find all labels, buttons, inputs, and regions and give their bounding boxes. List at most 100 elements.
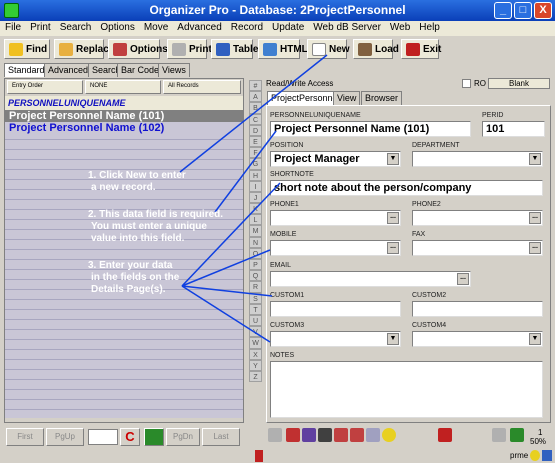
custom4-select[interactable]: ▼ [412, 331, 543, 347]
alpha-b[interactable]: B [249, 102, 262, 114]
copy-record-icon[interactable] [334, 428, 348, 442]
alpha-d[interactable]: D [249, 124, 262, 136]
tab-view[interactable]: View [333, 91, 361, 105]
alpha-q[interactable]: Q [249, 270, 262, 282]
alpha-k[interactable]: K [249, 203, 262, 215]
alpha-i[interactable]: I [249, 180, 262, 192]
alpha-y[interactable]: Y [249, 359, 262, 371]
ellipsis-button[interactable]: ... [387, 212, 399, 224]
alpha-h[interactable]: H [249, 169, 262, 181]
exit-button[interactable]: Exit [401, 39, 441, 59]
sort-entry-order-button[interactable]: Entry Order [7, 80, 83, 94]
replace-button[interactable]: Replace [54, 39, 114, 59]
shortnote-field[interactable]: short note about the person/company [270, 180, 543, 196]
tab-bar-code[interactable]: Bar Code [117, 63, 164, 77]
notes-field[interactable] [270, 361, 543, 418]
alpha-x[interactable]: X [249, 348, 262, 360]
alpha-g[interactable]: G [249, 158, 262, 170]
alpha-l[interactable]: L [249, 214, 262, 226]
pgup-button[interactable]: PgUp [46, 428, 84, 446]
chevron-down-icon[interactable]: ▼ [529, 333, 541, 345]
camera-icon[interactable] [510, 428, 524, 442]
back-arrow-icon[interactable] [286, 428, 300, 442]
lightbulb-icon[interactable] [382, 428, 396, 442]
alpha-e[interactable]: E [249, 135, 262, 148]
first-button[interactable]: First [6, 428, 44, 446]
alpha-o[interactable]: O [249, 247, 262, 259]
ellipsis-button[interactable]: ... [529, 212, 541, 224]
list-item[interactable]: Project Personnel Name (102) [5, 122, 243, 134]
custom2-field[interactable] [412, 301, 543, 317]
all-records-button[interactable]: All Records [163, 80, 241, 94]
perid-field[interactable]: 101 [482, 121, 545, 137]
alpha-v[interactable]: V [249, 326, 262, 338]
ellipsis-button[interactable]: ... [529, 242, 541, 254]
paste-record-icon[interactable] [350, 428, 364, 442]
image-icon[interactable] [366, 428, 380, 442]
blank-button[interactable]: Blank [488, 78, 550, 89]
menu-web[interactable]: Web [385, 21, 414, 33]
custom1-field[interactable] [270, 301, 401, 317]
tab-browser[interactable]: Browser [361, 91, 403, 105]
alpha-t[interactable]: T [249, 303, 262, 315]
table-button[interactable]: Table [211, 39, 258, 59]
menu-update[interactable]: Update [267, 21, 308, 33]
tab-views[interactable]: Views [158, 63, 190, 77]
fax-field[interactable]: ... [412, 240, 543, 256]
options-button[interactable]: Options [108, 39, 168, 59]
phone1-field[interactable]: ... [270, 210, 401, 226]
new-button[interactable]: New [307, 39, 350, 59]
refresh-icon[interactable]: C [120, 428, 140, 446]
menu-help[interactable]: Help [414, 21, 444, 33]
menu-record[interactable]: Record [226, 21, 267, 33]
alpha-f[interactable]: F [249, 147, 262, 159]
alpha-z[interactable]: Z [249, 370, 262, 383]
menu-options[interactable]: Options [95, 21, 138, 33]
chevron-down-icon[interactable]: ▼ [387, 153, 399, 165]
tab-standard[interactable]: Standard [4, 63, 49, 77]
find-button[interactable]: Find [4, 39, 50, 59]
menu-web-db-server[interactable]: Web dB Server [308, 21, 385, 33]
trash-icon[interactable] [318, 428, 332, 442]
add-record-icon[interactable] [302, 428, 316, 442]
alpha-p[interactable]: P [249, 259, 262, 271]
alpha-n[interactable]: N [249, 236, 262, 248]
report-icon[interactable] [438, 428, 452, 442]
tab-advanced[interactable]: Advanced [44, 63, 93, 77]
close-button[interactable]: X [534, 2, 552, 19]
alpha-hash[interactable]: # [249, 80, 262, 92]
mobile-field[interactable]: ... [270, 240, 401, 256]
maximize-button[interactable]: □ [514, 2, 532, 19]
email-field[interactable]: ... [270, 271, 471, 287]
pgdn-button[interactable]: PgDn [166, 428, 200, 446]
export-icon[interactable] [492, 428, 506, 442]
custom3-select[interactable]: ▼ [270, 331, 401, 347]
list-item[interactable]: Project Personnel Name (101) [5, 110, 243, 122]
load-button[interactable]: Load [353, 39, 399, 59]
page-input[interactable] [88, 429, 118, 445]
alpha-s[interactable]: S [249, 292, 262, 304]
ellipsis-button[interactable]: ... [387, 242, 399, 254]
chevron-down-icon[interactable]: ▼ [387, 333, 399, 345]
menu-advanced[interactable]: Advanced [172, 21, 225, 33]
alpha-u[interactable]: U [249, 314, 262, 327]
uniquename-field[interactable]: Project Personnel Name (101) [270, 121, 471, 137]
print-button[interactable]: Print [167, 39, 212, 59]
menu-file[interactable]: File [0, 21, 25, 33]
ellipsis-button[interactable]: ... [457, 273, 469, 285]
checkbox-icon[interactable] [268, 428, 282, 442]
alpha-m[interactable]: M [249, 225, 262, 237]
chevron-down-icon[interactable]: ▼ [529, 153, 541, 165]
list-column-header[interactable]: PERSONNELUNIQUENAME [5, 96, 243, 110]
color-grid-icon[interactable] [144, 428, 164, 446]
menu-move[interactable]: Move [139, 21, 172, 33]
alpha-r[interactable]: R [249, 281, 262, 293]
menu-print[interactable]: Print [25, 21, 55, 33]
department-select[interactable]: ▼ [412, 151, 543, 167]
last-button[interactable]: Last [202, 428, 240, 446]
minimize-button[interactable]: _ [494, 2, 512, 19]
menu-search[interactable]: Search [55, 21, 96, 33]
ro-checkbox[interactable] [462, 79, 471, 88]
alpha-j[interactable]: J [249, 191, 262, 204]
sort-none-button[interactable]: NONE [85, 80, 161, 94]
